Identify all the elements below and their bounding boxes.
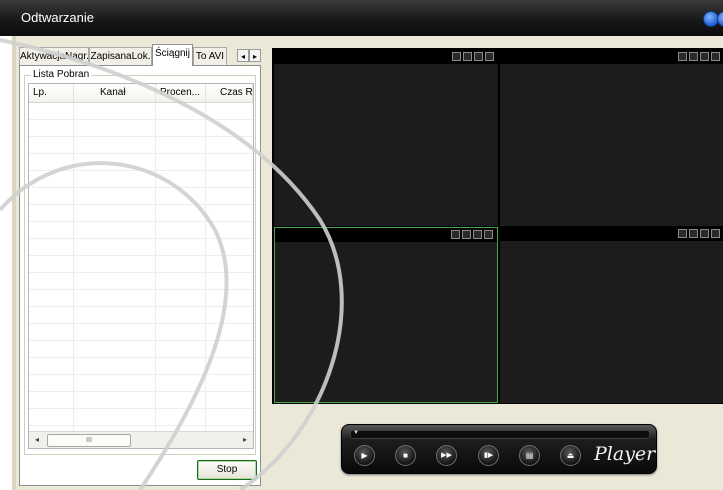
tab-sciagnij[interactable]: Ściągnij bbox=[152, 44, 193, 66]
list-rows bbox=[29, 103, 253, 448]
video-cell-toolbar bbox=[500, 227, 723, 241]
video-cell-3[interactable] bbox=[274, 227, 498, 403]
video-cell-1[interactable] bbox=[274, 50, 498, 226]
frame-edge bbox=[12, 36, 16, 490]
tab-aktywacja[interactable]: AktywacjaNagr. bbox=[19, 47, 89, 65]
snapshot-icon[interactable] bbox=[689, 229, 698, 238]
play-button[interactable]: ▶ bbox=[354, 445, 375, 466]
audio-icon[interactable] bbox=[700, 52, 709, 61]
record-icon[interactable] bbox=[678, 52, 687, 61]
horizontal-scrollbar[interactable]: ◂ III ▸ bbox=[29, 431, 253, 448]
title-bar: Odtwarzanie bbox=[0, 0, 723, 36]
group-label: Lista Pobran bbox=[31, 69, 92, 80]
audio-icon[interactable] bbox=[473, 230, 482, 239]
audio-icon[interactable] bbox=[474, 52, 483, 61]
tab-scroll-right-icon[interactable]: ▸ bbox=[249, 49, 261, 62]
stop-button[interactable]: Stop bbox=[197, 460, 257, 480]
stop-playback-button[interactable]: ■ bbox=[395, 445, 416, 466]
snapshot-icon[interactable] bbox=[462, 230, 471, 239]
tab-zapisana[interactable]: ZapisanaLok. bbox=[89, 47, 152, 65]
tab-scroll-left-icon[interactable]: ◂ bbox=[237, 49, 249, 62]
video-grid bbox=[272, 48, 723, 404]
record-icon[interactable] bbox=[451, 230, 460, 239]
seek-knob-icon[interactable]: ▼ bbox=[353, 430, 359, 437]
column-divider bbox=[155, 103, 156, 433]
snapshot-icon[interactable] bbox=[689, 52, 698, 61]
column-header-procent[interactable]: Procen... bbox=[156, 84, 206, 102]
scroll-left-icon[interactable]: ◂ bbox=[29, 432, 45, 448]
video-cell-2[interactable] bbox=[500, 50, 723, 226]
record-icon[interactable] bbox=[678, 229, 687, 238]
column-header-lp[interactable]: Lp. bbox=[29, 84, 74, 102]
snapshot-icon[interactable] bbox=[463, 52, 472, 61]
fast-forward-button[interactable]: ▶▶ bbox=[436, 445, 457, 466]
video-cell-toolbar bbox=[275, 228, 497, 242]
video-cell-toolbar bbox=[500, 50, 723, 64]
audio-icon[interactable] bbox=[700, 229, 709, 238]
list-header: Lp. Kanał Procen... Czas R... bbox=[29, 84, 253, 103]
download-list-group: Lista Pobran Lp. Kanał Procen... Czas R.… bbox=[24, 69, 256, 455]
record-icon[interactable] bbox=[452, 52, 461, 61]
video-cell-toolbar bbox=[274, 50, 498, 64]
player-brand-logo: Player bbox=[594, 443, 656, 465]
close-icon[interactable] bbox=[485, 52, 494, 61]
video-cell-4[interactable] bbox=[500, 227, 723, 403]
step-forward-button[interactable]: ▮▶ bbox=[478, 445, 499, 466]
column-divider bbox=[205, 103, 206, 433]
left-panel: AktywacjaNagr. ZapisanaLok. Ściągnij To … bbox=[18, 44, 264, 486]
column-header-kanal[interactable]: Kanał bbox=[74, 84, 156, 102]
close-icon[interactable] bbox=[711, 52, 720, 61]
close-window-icon[interactable] bbox=[717, 11, 723, 27]
scroll-right-icon[interactable]: ▸ bbox=[237, 432, 253, 448]
player-controls: ▼ ▶ ■ ▶▶ ▮▶ ▤ ⏏ Player bbox=[341, 424, 657, 474]
close-icon[interactable] bbox=[484, 230, 493, 239]
eject-button[interactable]: ⏏ bbox=[560, 445, 581, 466]
download-tab-page: Lista Pobran Lp. Kanał Procen... Czas R.… bbox=[19, 65, 261, 486]
download-list[interactable]: Lp. Kanał Procen... Czas R... ◂ III ▸ bbox=[28, 83, 254, 449]
column-divider bbox=[73, 103, 74, 433]
seek-bar[interactable]: ▼ bbox=[350, 430, 650, 439]
scroll-thumb[interactable]: III bbox=[47, 434, 131, 447]
playlist-button[interactable]: ▤ bbox=[519, 445, 540, 466]
tab-to-avi[interactable]: To AVI bbox=[193, 47, 227, 65]
close-icon[interactable] bbox=[711, 229, 720, 238]
column-header-czas[interactable]: Czas R... bbox=[206, 84, 253, 102]
window-title: Odtwarzanie bbox=[21, 10, 94, 25]
